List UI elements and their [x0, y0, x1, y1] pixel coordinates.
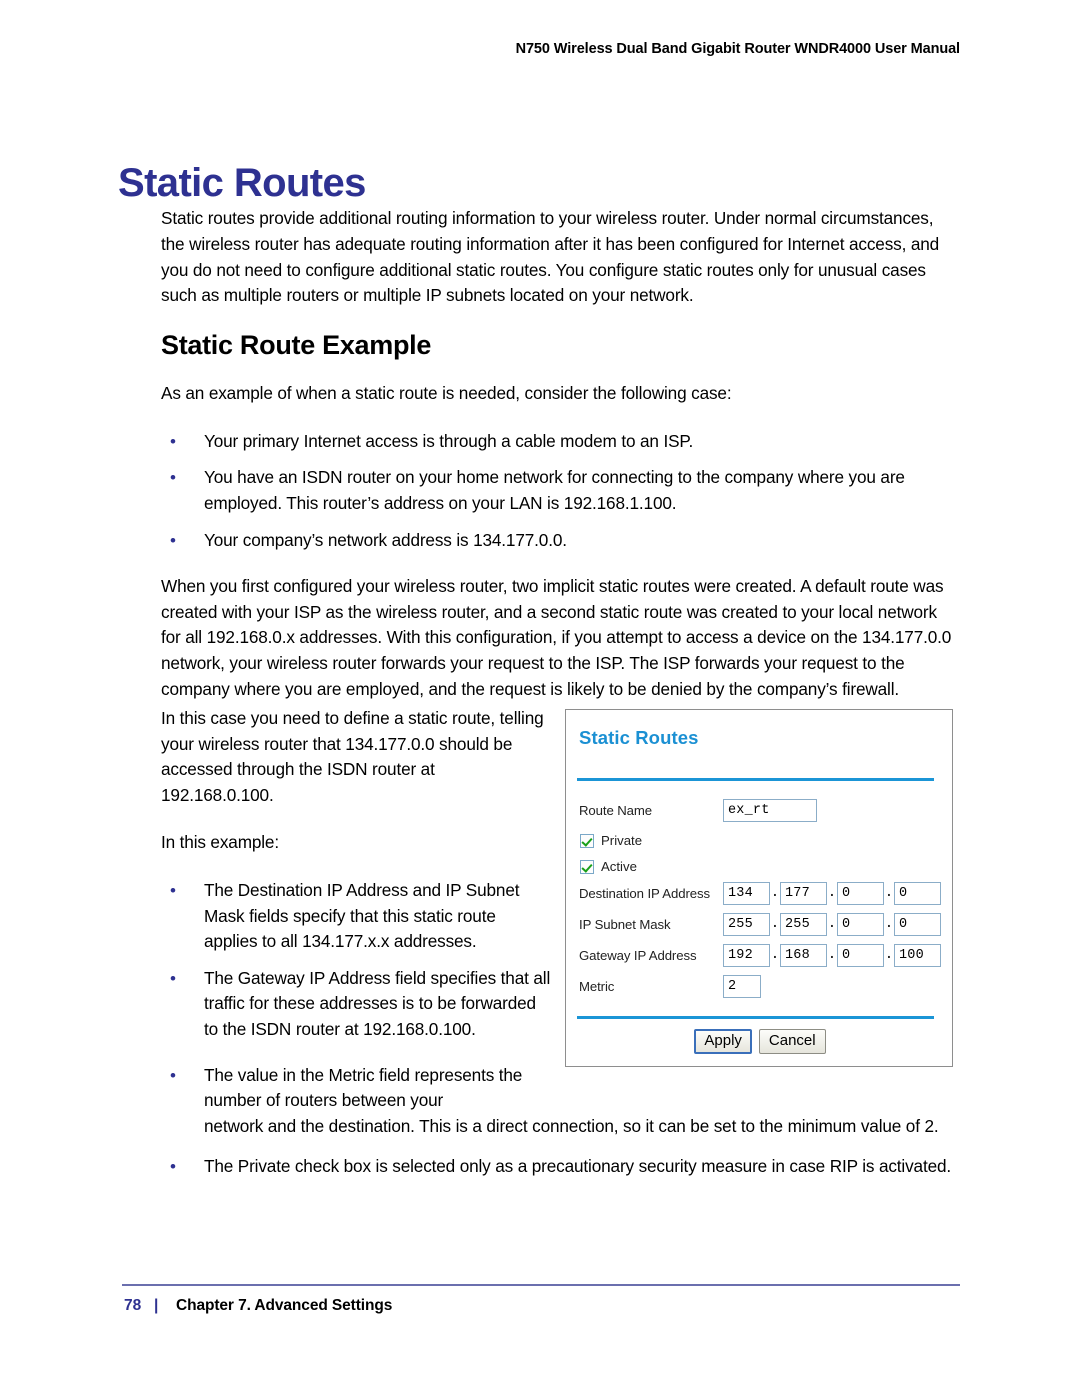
- subnet-mask-octet-3[interactable]: 0: [837, 912, 884, 936]
- subnet-mask-octet-1[interactable]: 255: [723, 912, 770, 936]
- example-bullet-list-narrow: • The Destination IP Address and IP Subn…: [161, 878, 551, 1043]
- footer-divider: [122, 1284, 960, 1286]
- page-footer: 78 | Chapter 7. Advanced Settings: [124, 1297, 392, 1315]
- list-item: • The Destination IP Address and IP Subn…: [161, 878, 551, 955]
- subnet-mask-label: IP Subnet Mask: [579, 916, 671, 932]
- subnet-mask-octet-2[interactable]: 255: [780, 912, 827, 936]
- section-lead-in: As an example of when a static route is …: [161, 382, 732, 403]
- example-lead-in: In this example:: [161, 832, 279, 853]
- bullet-icon: •: [170, 468, 176, 488]
- active-checkbox-label: Active: [601, 859, 637, 874]
- metric-row: Metric 2: [579, 974, 761, 998]
- active-checkbox-row[interactable]: Active: [580, 859, 637, 874]
- list-item: • Your company’s network address is 134.…: [161, 528, 961, 554]
- list-item-continuation: network and the destination. This is a d…: [204, 1116, 939, 1137]
- bullet-icon: •: [170, 1156, 176, 1176]
- list-item-label: You have an ISDN router on your home net…: [204, 467, 905, 514]
- case-bullet-list: • Your primary Internet access is throug…: [161, 429, 961, 554]
- list-item-label: The Gateway IP Address field specifies t…: [204, 967, 551, 1039]
- list-item-label: Your primary Internet access is through …: [204, 430, 694, 451]
- octet-separator: .: [770, 916, 780, 932]
- route-name-input[interactable]: ex_rt: [723, 798, 817, 822]
- subnet-mask-octet-4[interactable]: 0: [894, 912, 941, 936]
- bullet-icon: •: [170, 431, 176, 451]
- route-name-label: Route Name: [579, 802, 653, 818]
- example-bullet-list-wide: • The value in the Metric field represen…: [161, 1063, 961, 1180]
- intro-paragraph: Static routes provide additional routing…: [161, 208, 940, 306]
- list-item: • Your primary Internet access is throug…: [161, 429, 961, 455]
- bullet-icon: •: [170, 968, 176, 988]
- list-item-label: Your company’s network address is 134.17…: [204, 530, 567, 551]
- octet-separator: .: [884, 885, 894, 901]
- footer-chapter-label: Chapter 7. Advanced Settings: [176, 1297, 393, 1314]
- octet-separator: .: [884, 916, 894, 932]
- gateway-ip-octet-1[interactable]: 192: [723, 943, 770, 967]
- list-item: • The value in the Metric field represen…: [161, 1063, 961, 1140]
- gateway-ip-label: Gateway IP Address: [579, 947, 697, 963]
- dialog-top-divider: [577, 778, 934, 781]
- destination-ip-row: Destination IP Address 134 . 177 . 0 . 0: [579, 881, 941, 905]
- list-item: • You have an ISDN router on your home n…: [161, 465, 961, 517]
- octet-separator: .: [827, 885, 837, 901]
- gateway-ip-octet-4[interactable]: 100: [894, 943, 941, 967]
- subnet-mask-row: IP Subnet Mask 255 . 255 . 0 . 0: [579, 912, 941, 936]
- octet-separator: .: [770, 947, 780, 963]
- checkbox-checked-icon[interactable]: [580, 859, 594, 874]
- gateway-ip-row: Gateway IP Address 192 . 168 . 0 . 100: [579, 943, 941, 967]
- octet-separator: .: [884, 947, 894, 963]
- explanation-paragraph: When you first configured your wireless …: [161, 575, 952, 700]
- running-header: N750 Wireless Dual Band Gigabit Router W…: [515, 41, 961, 57]
- destination-ip-octet-2[interactable]: 177: [780, 881, 827, 905]
- route-name-row: Route Name ex_rt: [579, 798, 817, 822]
- destination-ip-octet-4[interactable]: 0: [894, 881, 941, 905]
- list-item: • The Gateway IP Address field specifies…: [161, 966, 551, 1043]
- footer-page-number: 78: [124, 1297, 142, 1314]
- define-paragraph: In this case you need to define a static…: [161, 708, 544, 805]
- gateway-ip-octet-2[interactable]: 168: [780, 943, 827, 967]
- document-page: N750 Wireless Dual Band Gigabit Router W…: [0, 0, 1080, 1397]
- destination-ip-octet-1[interactable]: 134: [723, 881, 770, 905]
- bullet-icon: •: [170, 880, 176, 900]
- cancel-button[interactable]: Cancel: [758, 1029, 826, 1054]
- dialog-button-row: Apply Cancel: [566, 1029, 954, 1054]
- private-checkbox-label: Private: [601, 833, 643, 848]
- section-heading: Static Route Example: [161, 330, 432, 361]
- gateway-ip-octet-3[interactable]: 0: [837, 943, 884, 967]
- octet-separator: .: [827, 947, 837, 963]
- octet-separator: .: [770, 885, 780, 901]
- destination-ip-octet-3[interactable]: 0: [837, 881, 884, 905]
- list-item-label: The Private check box is selected only a…: [204, 1155, 952, 1176]
- bullet-icon: •: [170, 531, 176, 551]
- list-item-label: The Destination IP Address and IP Subnet…: [204, 879, 520, 952]
- list-item: • The Private check box is selected only…: [161, 1154, 961, 1180]
- metric-input[interactable]: 2: [723, 974, 761, 998]
- apply-button[interactable]: Apply: [694, 1029, 752, 1054]
- narrow-text-column: In this case you need to define a static…: [161, 706, 551, 1043]
- main-content: Static routes provide additional routing…: [161, 206, 961, 725]
- footer-separator: |: [154, 1297, 159, 1314]
- octet-separator: .: [827, 916, 837, 932]
- destination-ip-label: Destination IP Address: [579, 885, 710, 901]
- checkbox-checked-icon[interactable]: [580, 833, 594, 848]
- dialog-title: Static Routes: [579, 727, 699, 748]
- static-routes-dialog-screenshot: Static Routes Route Name ex_rt Private A…: [565, 709, 953, 1067]
- metric-label: Metric: [579, 978, 615, 994]
- dialog-bottom-divider: [577, 1016, 934, 1019]
- private-checkbox-row[interactable]: Private: [580, 833, 642, 848]
- page-title: Static Routes: [118, 160, 366, 205]
- list-item-label: The value in the Metric field represents…: [204, 1064, 523, 1111]
- bullet-icon: •: [170, 1065, 176, 1085]
